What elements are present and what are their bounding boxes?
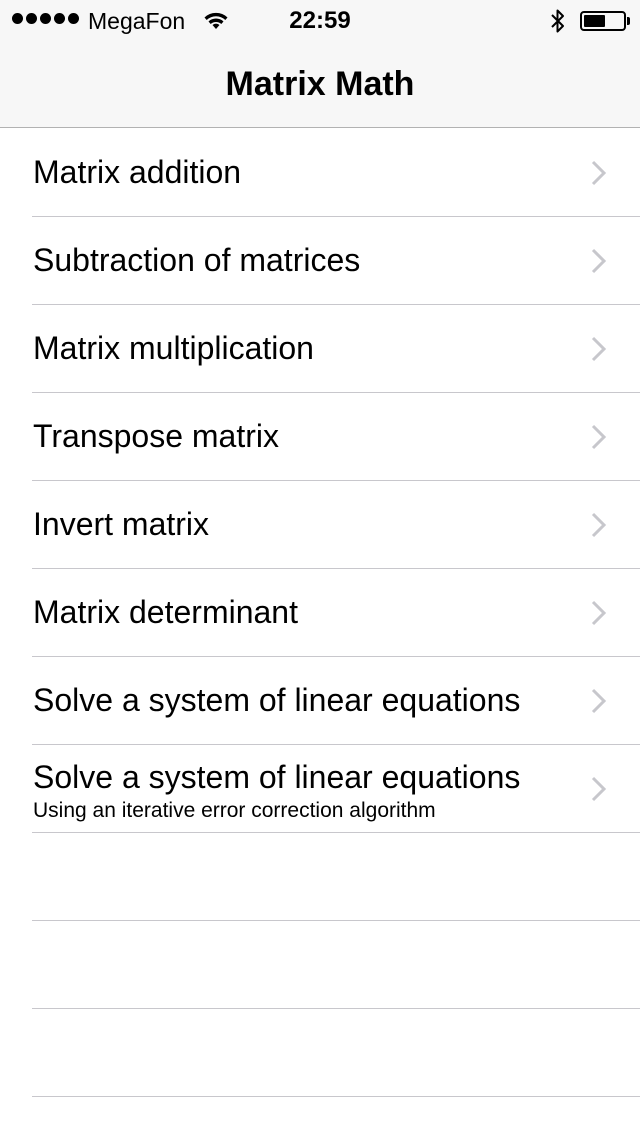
list-item-multiplication[interactable]: Matrix multiplication (0, 305, 640, 393)
list-item-invert[interactable]: Invert matrix (0, 481, 640, 569)
list-item-title: Invert matrix (33, 506, 210, 542)
list-item-title: Solve a system of linear equations (33, 759, 521, 795)
bluetooth-icon (551, 9, 564, 33)
battery-level (584, 15, 605, 27)
empty-row (0, 833, 640, 921)
list-item-title: Subtraction of matrices (33, 242, 361, 278)
list-item-transpose[interactable]: Transpose matrix (0, 393, 640, 481)
page-title: Matrix Math (225, 65, 415, 103)
chevron-right-icon (591, 248, 607, 274)
status-time: 22:59 (289, 7, 351, 34)
empty-row (0, 921, 640, 1009)
list-item-title: Matrix multiplication (33, 330, 314, 366)
list-item-linear-equations[interactable]: Solve a system of linear equations (0, 657, 640, 745)
chevron-right-icon (591, 776, 607, 802)
battery-icon (580, 11, 626, 31)
list-item-linear-equations-iterative[interactable]: Solve a system of linear equations Using… (0, 745, 640, 833)
status-bar: MegaFon 22:59 (0, 0, 640, 40)
battery-tip (627, 17, 630, 25)
chevron-right-icon (591, 688, 607, 714)
navigation-bar: Matrix Math (0, 40, 640, 128)
list-item-matrix-addition[interactable]: Matrix addition (0, 129, 640, 217)
list-item-title: Transpose matrix (33, 418, 279, 454)
chevron-right-icon (591, 600, 607, 626)
chevron-right-icon (591, 160, 607, 186)
chevron-right-icon (591, 336, 607, 362)
list-item-subtitle: Using an iterative error correction algo… (33, 799, 436, 822)
list-item-title: Solve a system of linear equations (33, 682, 521, 718)
list-item-title: Matrix addition (33, 154, 242, 190)
list-item-subtraction[interactable]: Subtraction of matrices (0, 217, 640, 305)
chevron-right-icon (591, 424, 607, 450)
menu-list: Matrix addition Subtraction of matrices … (0, 129, 640, 1097)
list-item-determinant[interactable]: Matrix determinant (0, 569, 640, 657)
list-item-title: Matrix determinant (33, 594, 298, 630)
empty-row (0, 1009, 640, 1097)
chevron-right-icon (591, 512, 607, 538)
